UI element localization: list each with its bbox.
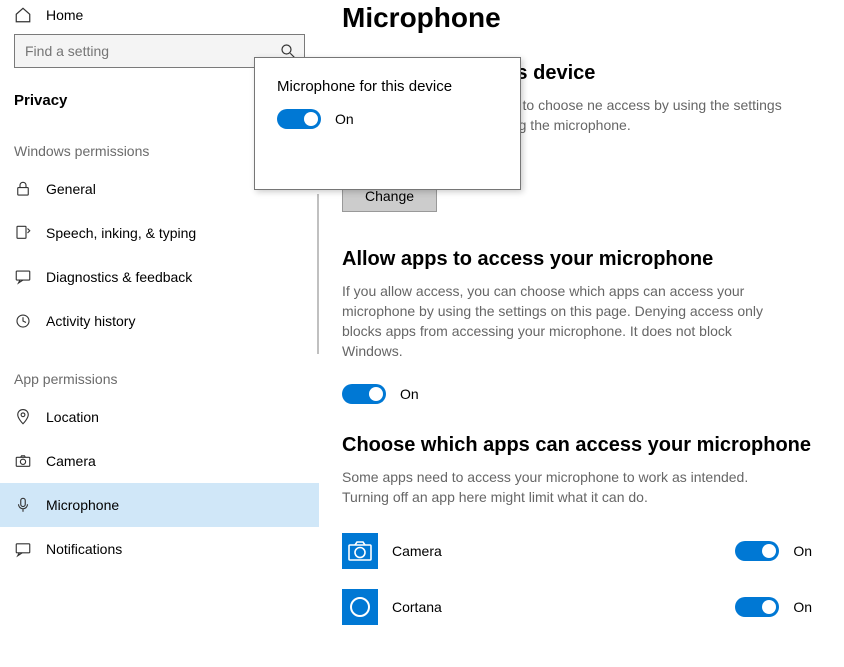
home-icon [14,6,32,24]
pen-icon [14,224,32,242]
app-name-label: Cortana [392,599,721,615]
apps-access-toggle[interactable] [342,384,386,404]
section-apps-access-desc: If you allow access, you can choose whic… [342,281,782,372]
microphone-icon [14,496,32,514]
sidebar-item-label: Activity history [46,313,135,329]
popup-toggle-label: On [335,111,354,127]
app-toggle-label: On [793,543,812,559]
app-row-cortana: Cortana On [342,579,812,635]
sidebar-item-label: Speech, inking, & typing [46,225,196,241]
home-label: Home [46,7,83,23]
lock-icon [14,180,32,198]
sidebar-item-label: Diagnostics & feedback [46,269,192,285]
section-apps-access-title: Allow apps to access your microphone [342,242,812,281]
home-button[interactable]: Home [0,0,319,34]
app-list: Camera On Cortana On [342,517,812,635]
sidebar-item-label: Location [46,409,99,425]
app-toggle-cortana[interactable] [735,597,779,617]
scrollbar[interactable] [317,194,319,354]
app-permissions-header: App permissions [0,343,319,395]
sidebar-item-camera[interactable]: Camera [0,439,319,483]
sidebar-item-label: Notifications [46,541,122,557]
sidebar-item-microphone[interactable]: Microphone [0,483,319,527]
app-name-label: Camera [392,543,721,559]
cortana-app-icon [342,589,378,625]
sidebar-item-label: Microphone [46,497,119,513]
sidebar-item-label: Camera [46,453,96,469]
sidebar-item-activity[interactable]: Activity history [0,299,319,343]
sidebar-item-speech[interactable]: Speech, inking, & typing [0,211,319,255]
section-choose-apps-title: Choose which apps can access your microp… [342,428,812,467]
app-toggle-camera[interactable] [735,541,779,561]
app-row-camera: Camera On [342,523,812,579]
section-choose-apps-desc: Some apps need to access your microphone… [342,467,782,518]
sidebar-item-diagnostics[interactable]: Diagnostics & feedback [0,255,319,299]
camera-app-icon [342,533,378,569]
camera-icon [14,452,32,470]
page-title: Microphone [342,0,812,56]
popup-toggle[interactable] [277,109,321,129]
location-icon [14,408,32,426]
sidebar-item-location[interactable]: Location [0,395,319,439]
sidebar-item-label: General [46,181,96,197]
feedback-icon [14,268,32,286]
apps-access-toggle-label: On [400,386,419,402]
app-toggle-label: On [793,599,812,615]
sidebar-item-notifications[interactable]: Notifications [0,527,319,571]
popup-title: Microphone for this device [277,78,498,109]
history-icon [14,312,32,330]
notifications-icon [14,540,32,558]
microphone-device-popup: Microphone for this device On [254,57,521,190]
